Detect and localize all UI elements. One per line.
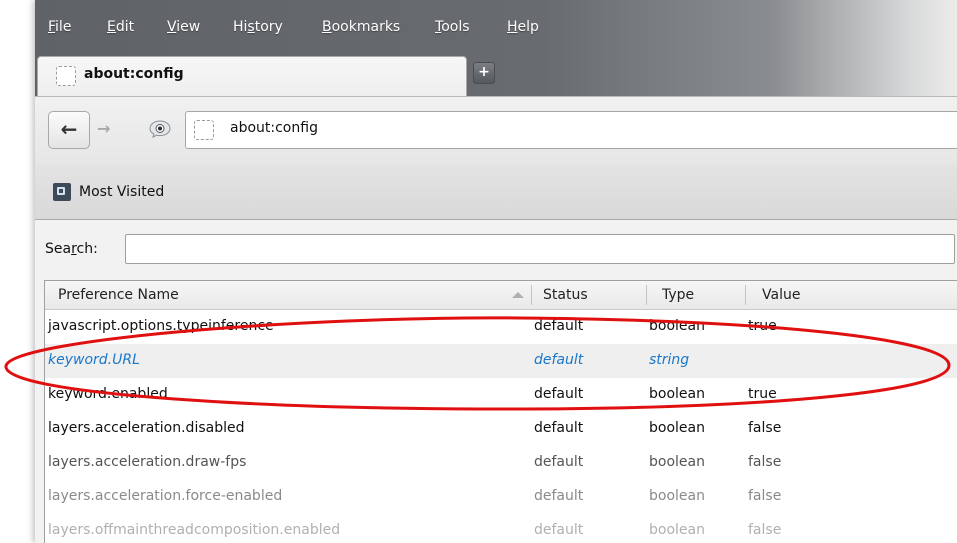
- menu-file[interactable]: File: [48, 19, 71, 35]
- blank-page-icon: [56, 66, 76, 86]
- pref-status: default: [534, 386, 584, 402]
- table-row[interactable]: layers.offmainthreadcomposition.enabled …: [45, 514, 957, 543]
- pref-name: layers.acceleration.draw-fps: [48, 454, 247, 470]
- new-tab-button[interactable]: +: [473, 62, 495, 84]
- pref-type: boolean: [649, 318, 705, 334]
- pref-name: layers.offmainthreadcomposition.enabled: [48, 522, 341, 538]
- column-divider[interactable]: [531, 285, 532, 305]
- table-body: javascript.options.typeinference default…: [45, 310, 957, 543]
- url-text: about:config: [230, 120, 318, 136]
- column-divider[interactable]: [646, 285, 647, 305]
- column-divider[interactable]: [745, 285, 746, 305]
- pref-value: false: [748, 454, 782, 470]
- pref-name: javascript.options.typeinference: [48, 318, 274, 334]
- about-config-page: Search: Preference Name Status Type Valu…: [35, 220, 957, 543]
- column-header-status[interactable]: Status: [543, 287, 588, 303]
- column-header-value[interactable]: Value: [762, 287, 800, 303]
- title-area: File Edit View History Bookmarks Tools H…: [35, 0, 957, 110]
- pref-status: default: [534, 420, 584, 436]
- menu-view[interactable]: View: [167, 19, 200, 35]
- table-header: Preference Name Status Type Value: [45, 281, 957, 310]
- table-row[interactable]: keyword.enabled default boolean true: [45, 378, 957, 412]
- identity-icon[interactable]: [149, 120, 171, 138]
- bookmarks-toolbar: Most Visited: [35, 165, 957, 220]
- pref-type: boolean: [649, 522, 705, 538]
- back-button[interactable]: ←: [48, 111, 90, 149]
- menu-bookmarks[interactable]: Bookmarks: [322, 19, 400, 35]
- pref-value: true: [748, 318, 777, 334]
- pref-status: default: [534, 488, 584, 504]
- column-header-preference-name[interactable]: Preference Name: [58, 287, 179, 303]
- table-row[interactable]: layers.acceleration.disabled default boo…: [45, 412, 957, 446]
- search-input[interactable]: [125, 234, 955, 264]
- pref-type: boolean: [649, 420, 705, 436]
- navigation-toolbar: ← → about:config: [35, 96, 957, 166]
- tab-about-config[interactable]: about:config: [37, 56, 467, 97]
- pref-name: layers.acceleration.force-enabled: [48, 488, 283, 504]
- pref-status: default: [534, 318, 584, 334]
- pref-status: default: [534, 454, 584, 470]
- menu-help[interactable]: Help: [507, 19, 539, 35]
- pref-name: keyword.enabled: [48, 386, 168, 402]
- most-visited-label: Most Visited: [79, 184, 165, 200]
- menu-bar: File Edit View History Bookmarks Tools H…: [35, 0, 957, 46]
- pref-type: boolean: [649, 454, 705, 470]
- pref-value: true: [748, 386, 777, 402]
- pref-name: layers.acceleration.disabled: [48, 420, 245, 436]
- most-visited-icon: [53, 183, 71, 201]
- table-row[interactable]: layers.acceleration.draw-fps default boo…: [45, 446, 957, 480]
- url-bar[interactable]: about:config: [185, 111, 957, 149]
- pref-status: default: [534, 352, 584, 368]
- column-header-type[interactable]: Type: [662, 287, 694, 303]
- pref-value: false: [748, 420, 782, 436]
- table-row[interactable]: javascript.options.typeinference default…: [45, 310, 957, 344]
- pref-name: keyword.URL: [48, 352, 140, 368]
- search-label: Search:: [45, 241, 98, 257]
- menu-tools[interactable]: Tools: [435, 19, 470, 35]
- blank-page-icon: [194, 120, 214, 140]
- tab-title: about:config: [84, 66, 184, 82]
- forward-button[interactable]: →: [97, 119, 110, 138]
- menu-edit[interactable]: Edit: [107, 19, 134, 35]
- pref-status: default: [534, 522, 584, 538]
- sort-ascending-icon: [512, 292, 524, 298]
- pref-type: boolean: [649, 386, 705, 402]
- pref-value: false: [748, 522, 782, 538]
- menu-history[interactable]: History: [233, 19, 283, 35]
- table-row[interactable]: layers.acceleration.force-enabled defaul…: [45, 480, 957, 514]
- pref-type: string: [649, 352, 690, 368]
- table-row-selected[interactable]: keyword.URL default string: [45, 344, 957, 378]
- pref-type: boolean: [649, 488, 705, 504]
- firefox-window: File Edit View History Bookmarks Tools H…: [35, 0, 957, 543]
- preferences-table: Preference Name Status Type Value javasc…: [44, 280, 957, 543]
- pref-value: false: [748, 488, 782, 504]
